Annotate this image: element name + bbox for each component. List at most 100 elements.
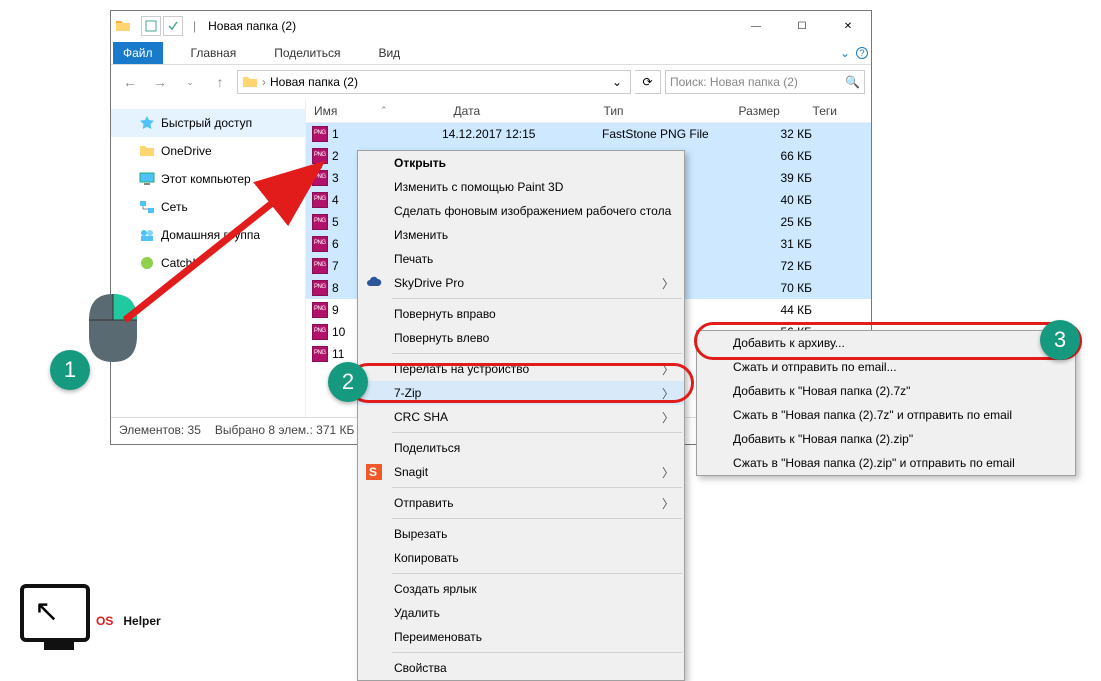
qat-new-icon[interactable]	[163, 16, 183, 36]
search-placeholder: Поиск: Новая папка (2)	[670, 75, 798, 89]
menu-item[interactable]: Копировать	[358, 546, 684, 570]
submenu-item-label: Добавить к архиву...	[733, 336, 845, 350]
svg-text:S: S	[369, 465, 377, 479]
sidebar-item[interactable]: Домашняя группа	[111, 221, 305, 249]
breadcrumb-folder[interactable]: Новая папка (2)	[270, 75, 358, 89]
menu-item[interactable]: Поделиться	[358, 436, 684, 460]
ribbon-tabs: Файл Главная Поделиться Вид ⌄ ?	[111, 41, 871, 65]
up-button[interactable]: ↑	[207, 69, 233, 95]
png-file-icon	[312, 302, 328, 318]
logo-os: OS	[96, 614, 113, 628]
file-size: 70 КБ	[742, 281, 812, 295]
submenu-item[interactable]: Сжать в "Новая папка (2).zip" и отправит…	[697, 451, 1075, 475]
submenu-item[interactable]: Сжать и отправить по email...	[697, 355, 1075, 379]
file-size: 39 КБ	[742, 171, 812, 185]
menu-item[interactable]: Отправить〉	[358, 491, 684, 515]
menu-separator	[392, 487, 682, 488]
col-tags[interactable]: Теги	[805, 104, 845, 118]
ribbon-expand-icon[interactable]: ⌄ ?	[837, 46, 871, 60]
tab-home[interactable]: Главная	[181, 42, 247, 64]
png-file-icon	[312, 280, 328, 296]
png-file-icon	[312, 258, 328, 274]
annotation-marker-1: 1	[50, 350, 90, 390]
tab-share[interactable]: Поделиться	[264, 42, 350, 64]
menu-item[interactable]: Повернуть вправо	[358, 302, 684, 326]
menu-item[interactable]: Перелать на устройство〉	[358, 357, 684, 381]
menu-item-label: CRC SHA	[394, 410, 448, 424]
column-headers: Имя ⌃ Дата Тип Размер Теги	[306, 99, 871, 123]
menu-item[interactable]: Свойства	[358, 656, 684, 680]
menu-item[interactable]: Изменить с помощью Paint 3D	[358, 175, 684, 199]
col-name[interactable]: Имя	[306, 104, 438, 118]
cloud-icon	[366, 275, 382, 291]
menu-item[interactable]: Открыть	[358, 151, 684, 175]
refresh-button[interactable]: ⟳	[635, 70, 661, 94]
menu-item-label: Поделиться	[394, 441, 460, 455]
annotation-marker-2: 2	[328, 362, 368, 402]
nav-pane: Быстрый доступOneDriveЭтот компьютерСеть…	[111, 99, 306, 417]
menu-separator	[392, 298, 682, 299]
col-date[interactable]: Дата	[446, 104, 596, 118]
menu-item-label: Сделать фоновым изображением рабочего ст…	[394, 204, 671, 218]
menu-item-label: Повернуть вправо	[394, 307, 496, 321]
menu-item-label: Отправить	[394, 496, 454, 510]
menu-item-label: Переименовать	[394, 630, 482, 644]
net-icon	[139, 199, 155, 215]
submenu-item[interactable]: Добавить к "Новая папка (2).zip"	[697, 427, 1075, 451]
menu-item[interactable]: CRC SHA〉	[358, 405, 684, 429]
menu-item[interactable]: Печать	[358, 247, 684, 271]
submenu-item[interactable]: Добавить к архиву...	[697, 331, 1075, 355]
png-file-icon	[312, 126, 328, 142]
qat-properties-icon[interactable]	[141, 16, 161, 36]
png-file-icon	[312, 214, 328, 230]
file-size: 66 КБ	[742, 149, 812, 163]
submenu-item-label: Добавить к "Новая папка (2).zip"	[733, 432, 913, 446]
file-row[interactable]: 114.12.2017 12:15FastStone PNG File32 КБ	[306, 123, 871, 145]
menu-item[interactable]: Удалить	[358, 601, 684, 625]
menu-item[interactable]: SkyDrive Pro〉	[358, 271, 684, 295]
menu-item[interactable]: Повернуть влево	[358, 326, 684, 350]
menu-item[interactable]: Изменить	[358, 223, 684, 247]
menu-separator	[392, 432, 682, 433]
logo-helper: Helper	[123, 614, 160, 628]
sidebar-item[interactable]: Catch!	[111, 249, 305, 277]
logo-monitor-icon: ↖	[20, 584, 90, 642]
menu-item[interactable]: Переименовать	[358, 625, 684, 649]
folder-icon	[115, 18, 131, 34]
status-selected: Выбрано 8 элем.: 371 КБ	[215, 423, 355, 437]
menu-item[interactable]: 7-Zip〉	[358, 381, 684, 405]
menu-item-label: 7-Zip	[394, 386, 421, 400]
sidebar-item-label: Catch!	[161, 256, 196, 270]
menu-item[interactable]: Сделать фоновым изображением рабочего ст…	[358, 199, 684, 223]
col-type[interactable]: Тип	[596, 104, 731, 118]
png-file-icon	[312, 148, 328, 164]
sidebar-item[interactable]: OneDrive	[111, 137, 305, 165]
png-file-icon	[312, 324, 328, 340]
search-box[interactable]: Поиск: Новая папка (2) 🔍	[665, 70, 865, 94]
quick-access-toolbar	[135, 16, 189, 36]
submenu-item[interactable]: Добавить к "Новая папка (2).7z"	[697, 379, 1075, 403]
tab-view[interactable]: Вид	[368, 42, 410, 64]
search-icon: 🔍	[845, 75, 860, 89]
file-size: 32 КБ	[742, 127, 812, 141]
address-drop-icon[interactable]: ⌄	[612, 75, 626, 89]
sidebar-item[interactable]: Этот компьютер	[111, 165, 305, 193]
minimize-button[interactable]: —	[733, 11, 779, 41]
mouse-icon	[85, 290, 141, 366]
sort-asc-icon: ⌃	[380, 105, 388, 116]
address-bar[interactable]: › Новая папка (2) ⌄	[237, 70, 631, 94]
col-size[interactable]: Размер	[731, 104, 805, 118]
menu-item[interactable]: Вырезать	[358, 522, 684, 546]
forward-button[interactable]: →	[147, 69, 173, 95]
menu-item[interactable]: Создать ярлык	[358, 577, 684, 601]
recent-dropdown[interactable]: ⌄	[177, 69, 203, 95]
tab-file[interactable]: Файл	[113, 42, 163, 64]
sidebar-item[interactable]: Быстрый доступ	[111, 109, 305, 137]
back-button[interactable]: ←	[117, 69, 143, 95]
close-button[interactable]: ✕	[825, 11, 871, 41]
sidebar-item[interactable]: Сеть	[111, 193, 305, 221]
submenu-item[interactable]: Сжать в "Новая папка (2).7z" и отправить…	[697, 403, 1075, 427]
menu-separator	[392, 353, 682, 354]
maximize-button[interactable]: ☐	[779, 11, 825, 41]
menu-item[interactable]: SSnagit〉	[358, 460, 684, 484]
